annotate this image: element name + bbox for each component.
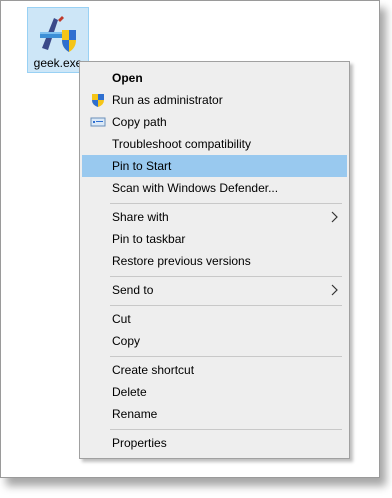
context-menu: Open Run as administrator Copy path Trou… <box>79 61 350 459</box>
menu-separator <box>110 429 342 430</box>
menu-item-label: Open <box>112 71 143 85</box>
menu-item-label: Rename <box>112 407 158 421</box>
menu-item-restore-previous-versions[interactable]: Restore previous versions <box>82 250 347 272</box>
menu-item-cut[interactable]: Cut <box>82 308 347 330</box>
menu-item-pin-to-taskbar[interactable]: Pin to taskbar <box>82 228 347 250</box>
app-executable-icon <box>40 16 76 52</box>
menu-item-pin-to-start[interactable]: Pin to Start <box>82 155 347 177</box>
menu-item-label: Create shortcut <box>112 363 195 377</box>
chevron-right-icon <box>331 211 338 223</box>
menu-item-send-to[interactable]: Send to <box>82 279 347 301</box>
menu-item-label: Troubleshoot compatibility <box>112 137 251 151</box>
uac-shield-icon <box>92 94 104 107</box>
menu-separator <box>110 305 342 306</box>
menu-item-label: Scan with Windows Defender... <box>112 181 279 195</box>
menu-item-scan-windows-defender[interactable]: Scan with Windows Defender... <box>82 177 347 199</box>
menu-item-create-shortcut[interactable]: Create shortcut <box>82 359 347 381</box>
chevron-right-icon <box>331 284 338 296</box>
menu-item-label: Copy <box>112 334 141 348</box>
menu-item-share-with[interactable]: Share with <box>82 206 347 228</box>
menu-item-run-as-administrator[interactable]: Run as administrator <box>82 89 347 111</box>
menu-item-label: Pin to Start <box>112 159 172 173</box>
menu-separator <box>110 276 342 277</box>
menu-separator <box>110 356 342 357</box>
menu-item-label: Cut <box>112 312 131 326</box>
menu-item-label: Delete <box>112 385 147 399</box>
menu-item-delete[interactable]: Delete <box>82 381 347 403</box>
menu-item-label: Share with <box>112 210 169 224</box>
menu-item-label: Properties <box>112 436 167 450</box>
menu-item-label: Copy path <box>112 115 167 129</box>
menu-item-copy[interactable]: Copy <box>82 330 347 352</box>
menu-item-copy-path[interactable]: Copy path <box>82 111 347 133</box>
menu-item-label: Restore previous versions <box>112 254 251 268</box>
menu-item-troubleshoot-compatibility[interactable]: Troubleshoot compatibility <box>82 133 347 155</box>
menu-item-open[interactable]: Open <box>82 67 347 89</box>
menu-item-label: Send to <box>112 283 154 297</box>
menu-separator <box>110 203 342 204</box>
path-icon <box>90 117 106 127</box>
menu-item-rename[interactable]: Rename <box>82 403 347 425</box>
menu-item-label: Pin to taskbar <box>112 232 186 246</box>
screenshot-frame: geek.exe Open Run as administrator Copy … <box>0 0 380 478</box>
menu-item-properties[interactable]: Properties <box>82 432 347 454</box>
menu-item-label: Run as administrator <box>112 93 223 107</box>
